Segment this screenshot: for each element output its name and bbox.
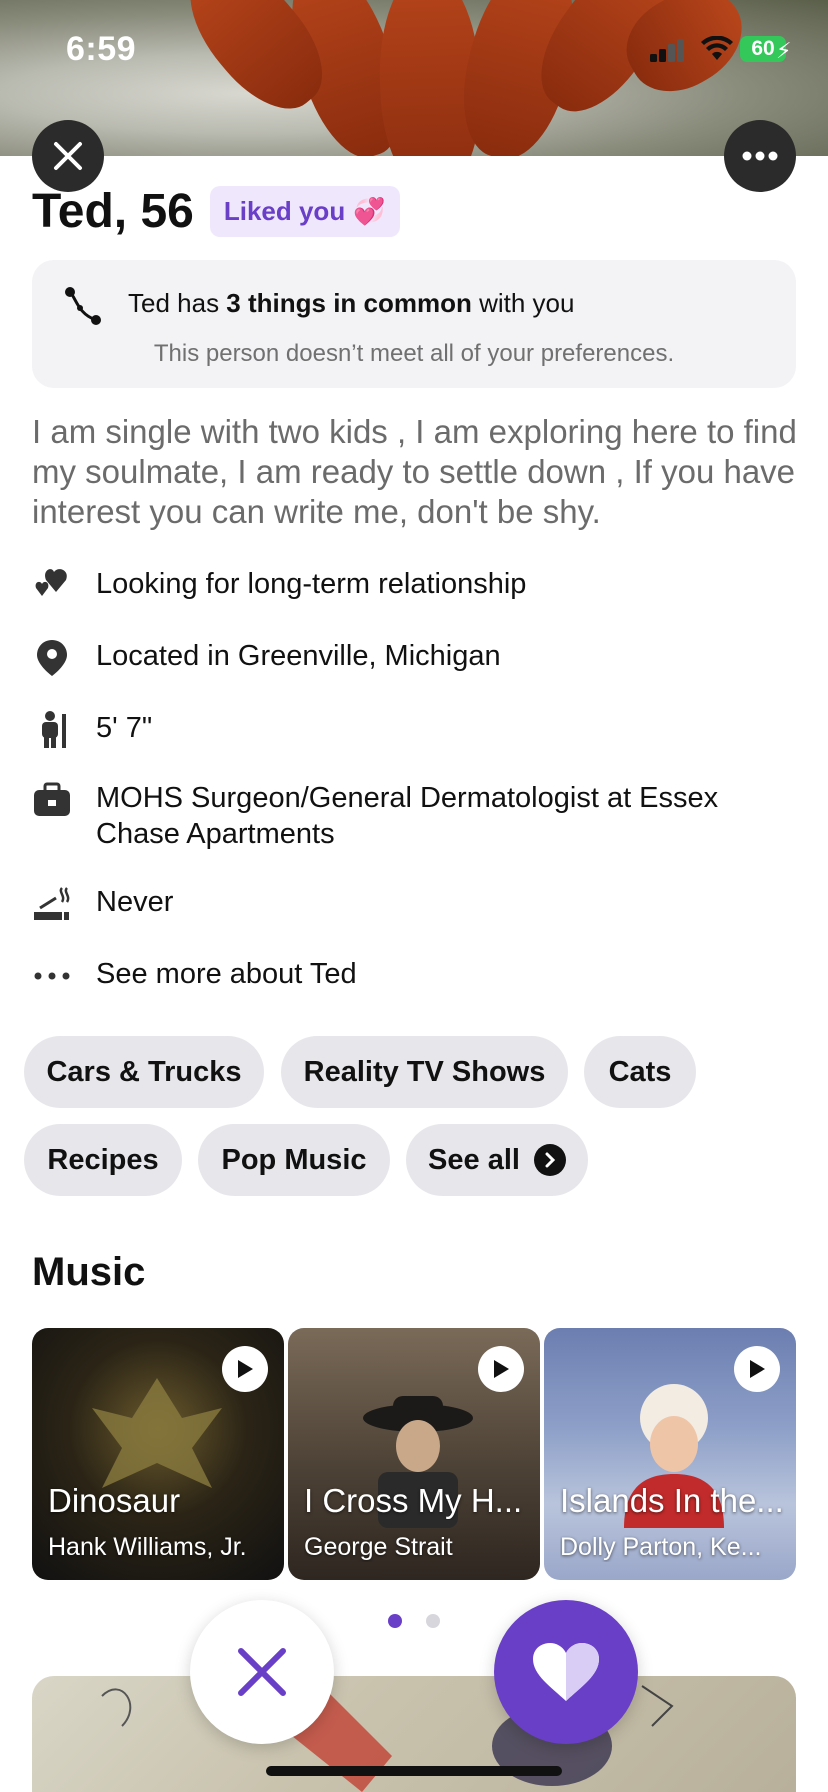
wifi-icon [701, 36, 733, 60]
song-artist: Dolly Parton, Ke... [560, 1533, 762, 1561]
pass-button[interactable] [190, 1600, 334, 1744]
detail-smoking: Never [32, 884, 802, 924]
song-title: Islands In the... [560, 1482, 784, 1519]
see-all-label: See all [428, 1143, 520, 1176]
location-pin-icon [32, 638, 72, 678]
play-icon [238, 1360, 253, 1378]
liked-you-badge: Liked you 💞 [209, 185, 400, 237]
signal-icon [650, 38, 686, 62]
briefcase-icon [32, 780, 72, 820]
pager-dot[interactable] [426, 1614, 440, 1628]
heart-emoji-icon: 💞 [353, 195, 386, 226]
see-more-about-link[interactable]: See more about Ted [32, 956, 802, 996]
song-title: Dinosaur [48, 1482, 181, 1519]
heart-icon [533, 1643, 599, 1701]
name-row: Ted, 56 Liked you 💞 [32, 184, 400, 238]
play-icon [494, 1360, 509, 1378]
more-options-button[interactable] [724, 120, 796, 192]
close-icon [238, 1648, 286, 1696]
close-icon [54, 142, 82, 170]
close-button[interactable] [32, 120, 104, 192]
charging-icon: ⚡ [776, 38, 792, 63]
profile-bio: I am single with two kids , I am explori… [32, 413, 797, 530]
detail-height: 5' 7" [32, 710, 802, 750]
ellipsis-icon [32, 956, 72, 996]
status-bar: 6:59 60 ⚡ [0, 0, 828, 100]
preference-note: This person doesn’t meet all of your pre… [153, 340, 675, 367]
status-time: 6:59 [66, 30, 137, 68]
chevron-right-icon [533, 1144, 566, 1176]
music-pager[interactable] [0, 1614, 828, 1628]
song-artist: Hank Williams, Jr. [48, 1533, 247, 1561]
profile-name-age: Ted, 56 [32, 184, 194, 238]
detail-location: Located in Greenville, Michigan [32, 638, 802, 678]
height-icon [32, 710, 72, 750]
album-card[interactable]: I Cross My H... George Strait [288, 1328, 540, 1580]
detail-job: MOHS Surgeon/General Dermatologist at Es… [32, 780, 802, 852]
see-all-interests-button[interactable]: See all [406, 1124, 588, 1196]
album-card[interactable]: Islands In the... Dolly Parton, Ke... [544, 1328, 796, 1580]
play-button[interactable] [478, 1346, 524, 1392]
interest-chip[interactable]: Recipes [24, 1124, 182, 1196]
song-title: I Cross My H... [304, 1482, 523, 1519]
like-button[interactable] [494, 1600, 638, 1744]
hearts-icon [32, 566, 72, 606]
interest-chip[interactable]: Pop Music [198, 1124, 390, 1196]
play-icon [750, 1360, 765, 1378]
album-card[interactable]: Dinosaur Hank Williams, Jr. [32, 1328, 284, 1580]
interest-chip[interactable]: Cats [584, 1036, 696, 1108]
more-icon [742, 151, 778, 161]
smoking-icon [32, 884, 72, 924]
common-things-card[interactable]: Ted has 3 things in common with you This… [32, 260, 796, 388]
play-button[interactable] [734, 1346, 780, 1392]
song-artist: George Strait [304, 1533, 453, 1561]
home-indicator [266, 1766, 562, 1776]
interest-chip[interactable]: Cars & Trucks [24, 1036, 264, 1108]
music-section-title: Music [32, 1250, 146, 1294]
liked-badge-label: Liked you [223, 195, 346, 226]
detail-relationship: Looking for long-term relationship [32, 566, 802, 606]
connection-icon [65, 287, 101, 325]
play-button[interactable] [222, 1346, 268, 1392]
interest-chip[interactable]: Reality TV Shows [281, 1036, 568, 1108]
pager-dot-active[interactable] [388, 1614, 402, 1628]
common-summary: Ted has 3 things in common with you [128, 288, 575, 318]
album-art [92, 1378, 222, 1488]
